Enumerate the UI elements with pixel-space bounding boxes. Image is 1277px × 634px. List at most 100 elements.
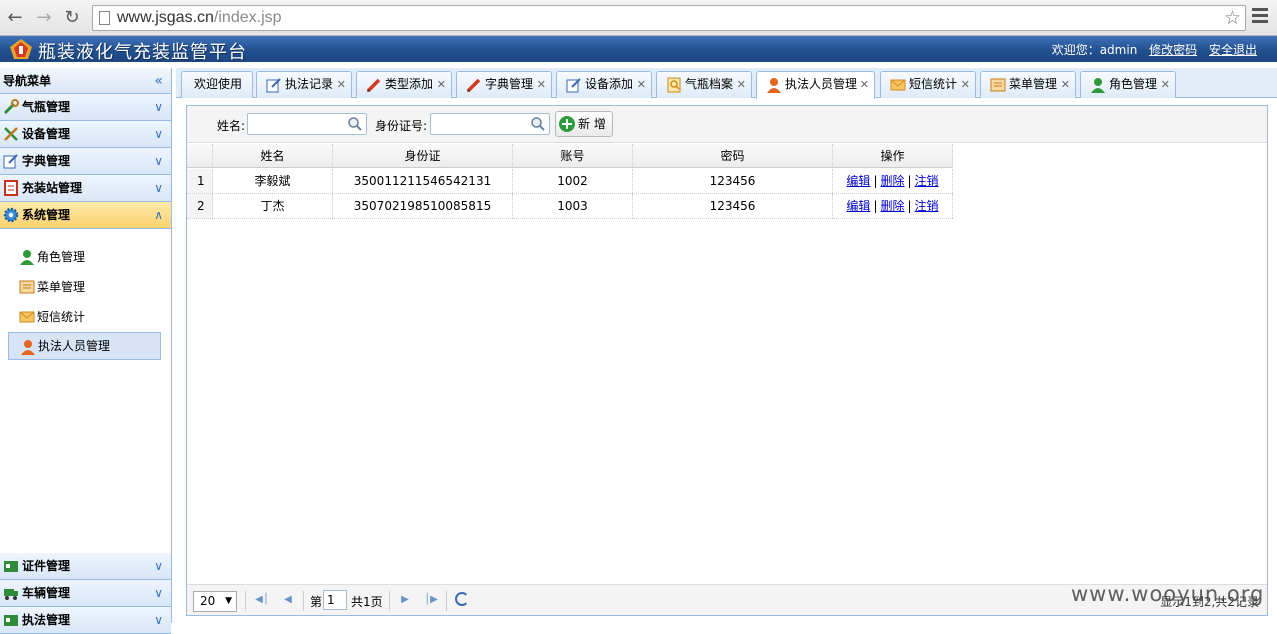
address-bar[interactable]: www.jsgas.cn/index.jsp ☆ [92,5,1246,31]
station-icon [4,180,18,196]
page-size-select[interactable]: 20 ▼ [193,591,237,612]
chevron-down-icon: ∨ [154,586,163,600]
user-orange-icon [767,78,781,93]
cancel-link[interactable]: 注销 [915,199,939,213]
column-header[interactable]: 姓名 [213,144,333,168]
table-row[interactable]: 2 丁杰 350702198510085815 1003 123456 编辑 | 删… [187,194,953,219]
user-orange-icon [21,340,35,355]
close-icon[interactable]: ✕ [961,72,970,97]
next-page-icon[interactable]: ▶ [398,593,412,607]
close-icon[interactable]: ✕ [1161,72,1170,97]
first-page-icon[interactable]: ◀│ [255,593,269,607]
sidebar-group-station[interactable]: 充装站管理 ∨ [0,175,171,202]
current-page-input[interactable]: 1 [323,590,347,610]
password-cell: 123456 [633,169,833,193]
prev-page-icon[interactable]: ◀ [281,593,295,607]
edit-icon [566,78,581,93]
close-icon[interactable]: ✕ [860,72,869,97]
forward-icon[interactable]: → [34,8,54,28]
tab-menu-management[interactable]: 菜单管理 ✕ [980,71,1076,98]
id-card-cell: 350702198510085815 [333,194,513,218]
pencil-icon [366,78,381,93]
cancel-link[interactable]: 注销 [915,174,939,188]
reload-icon[interactable]: ↻ [62,8,82,28]
close-icon[interactable]: ✕ [737,72,746,97]
header-user-area: 欢迎您：admin 修改密码 安全退出 [1052,41,1257,58]
edit-icon [3,154,18,169]
bookmark-star-icon[interactable]: ☆ [1224,7,1241,29]
sidebar-group-cylinder[interactable]: 气瓶管理 ∨ [0,94,171,121]
card-icon [4,615,18,626]
search-icon[interactable] [347,116,363,132]
browser-menu-icon[interactable] [1252,8,1268,26]
edit-icon [266,78,281,93]
divider [245,591,246,611]
tab-enforcement-records[interactable]: 执法记录 ✕ [256,71,352,98]
edit-link[interactable]: 编辑 [846,199,870,213]
tab-type-add[interactable]: 类型添加 ✕ [356,71,452,98]
column-header[interactable]: 密码 [633,144,833,168]
sidebar-item-law-enforcement-staff[interactable]: 执法人员管理 [8,332,161,360]
change-password-link[interactable]: 修改密码 [1149,43,1197,57]
sidebar-group-equipment[interactable]: 设备管理 ∨ [0,121,171,148]
sidebar-group-dictionary[interactable]: 字典管理 ∨ [0,148,171,175]
delete-link[interactable]: 删除 [880,174,904,188]
wrench-icon [3,99,19,115]
menu-icon [990,78,1006,92]
sidebar-group-enforcement[interactable]: 执法管理 ∨ [0,607,171,634]
tab-sms-stats[interactable]: 短信统计 ✕ [880,71,976,98]
user-green-icon [1091,78,1105,93]
total-pages-text: 共1页 [351,595,383,609]
tab-cylinder-archive[interactable]: 气瓶档案 ✕ [656,71,752,98]
sidebar-item-role[interactable] [8,405,161,433]
page-prefix: 第 [310,595,323,609]
sidebar-title: 导航菜单 « [0,68,171,94]
last-page-icon[interactable]: │▶ [424,593,438,607]
plus-icon [559,116,575,132]
refresh-icon[interactable] [455,592,469,606]
close-icon[interactable]: ✕ [637,72,646,97]
sidebar-item-sms-stats[interactable]: 短信统计 [8,303,161,331]
app-header: 瓶装液化气充装监管平台 欢迎您：admin 修改密码 安全退出 [0,36,1277,63]
edit-link[interactable]: 编辑 [846,174,870,188]
search-icon[interactable] [530,116,546,132]
pencil-icon [466,78,481,93]
card-icon [4,561,18,572]
sidebar-item-role-management[interactable]: 角色管理 [8,243,161,271]
content-panel: 姓名: 身份证号: 新 增 姓名 身份证 账号 密码 操作 1 李毅斌 3500… [186,105,1268,616]
tab-equipment-add[interactable]: 设备添加 ✕ [556,71,652,98]
id-card-search-input[interactable] [430,113,550,135]
sidebar-group-certificate[interactable]: 证件管理 ∨ [0,553,171,580]
tab-welcome[interactable]: 欢迎使用 [181,71,253,98]
close-icon[interactable]: ✕ [437,72,446,97]
close-icon[interactable]: ✕ [537,72,546,97]
table-row[interactable]: 1 李毅斌 350011211546542131 1002 123456 编辑 |… [187,169,953,194]
sidebar-item-menu-management[interactable]: 菜单管理 [8,273,161,301]
name-cell: 李毅斌 [213,169,333,193]
row-number: 2 [187,194,213,218]
divider [446,591,447,611]
chevron-up-icon: ∧ [154,208,163,222]
logout-link[interactable]: 安全退出 [1209,43,1257,57]
sidebar-group-vehicle[interactable]: 车辆管理 ∨ [0,580,171,607]
delete-link[interactable]: 删除 [880,199,904,213]
tools-icon [4,127,18,141]
close-icon[interactable]: ✕ [1061,72,1070,97]
truck-icon [4,589,18,600]
sidebar-group-system[interactable]: 系统管理 ∧ [0,202,171,229]
column-header[interactable]: 操作 [833,144,953,168]
collapse-sidebar-icon[interactable]: « [154,68,163,94]
envelope-icon [19,311,35,323]
tab-role-management[interactable]: 角色管理 ✕ [1080,71,1176,98]
column-header[interactable]: 身份证 [333,144,513,168]
chevron-down-icon: ∨ [154,154,163,168]
close-icon[interactable]: ✕ [337,72,346,97]
column-header[interactable]: 账号 [513,144,633,168]
tab-law-enforcement-staff[interactable]: 执法人员管理 ✕ [756,71,875,99]
name-search-input[interactable] [247,113,367,135]
back-icon[interactable]: ← [5,8,25,28]
rownum-header [187,144,213,168]
account-cell: 1003 [513,194,633,218]
tab-dictionary-management[interactable]: 字典管理 ✕ [456,71,552,98]
add-button[interactable]: 新 增 [555,111,613,137]
